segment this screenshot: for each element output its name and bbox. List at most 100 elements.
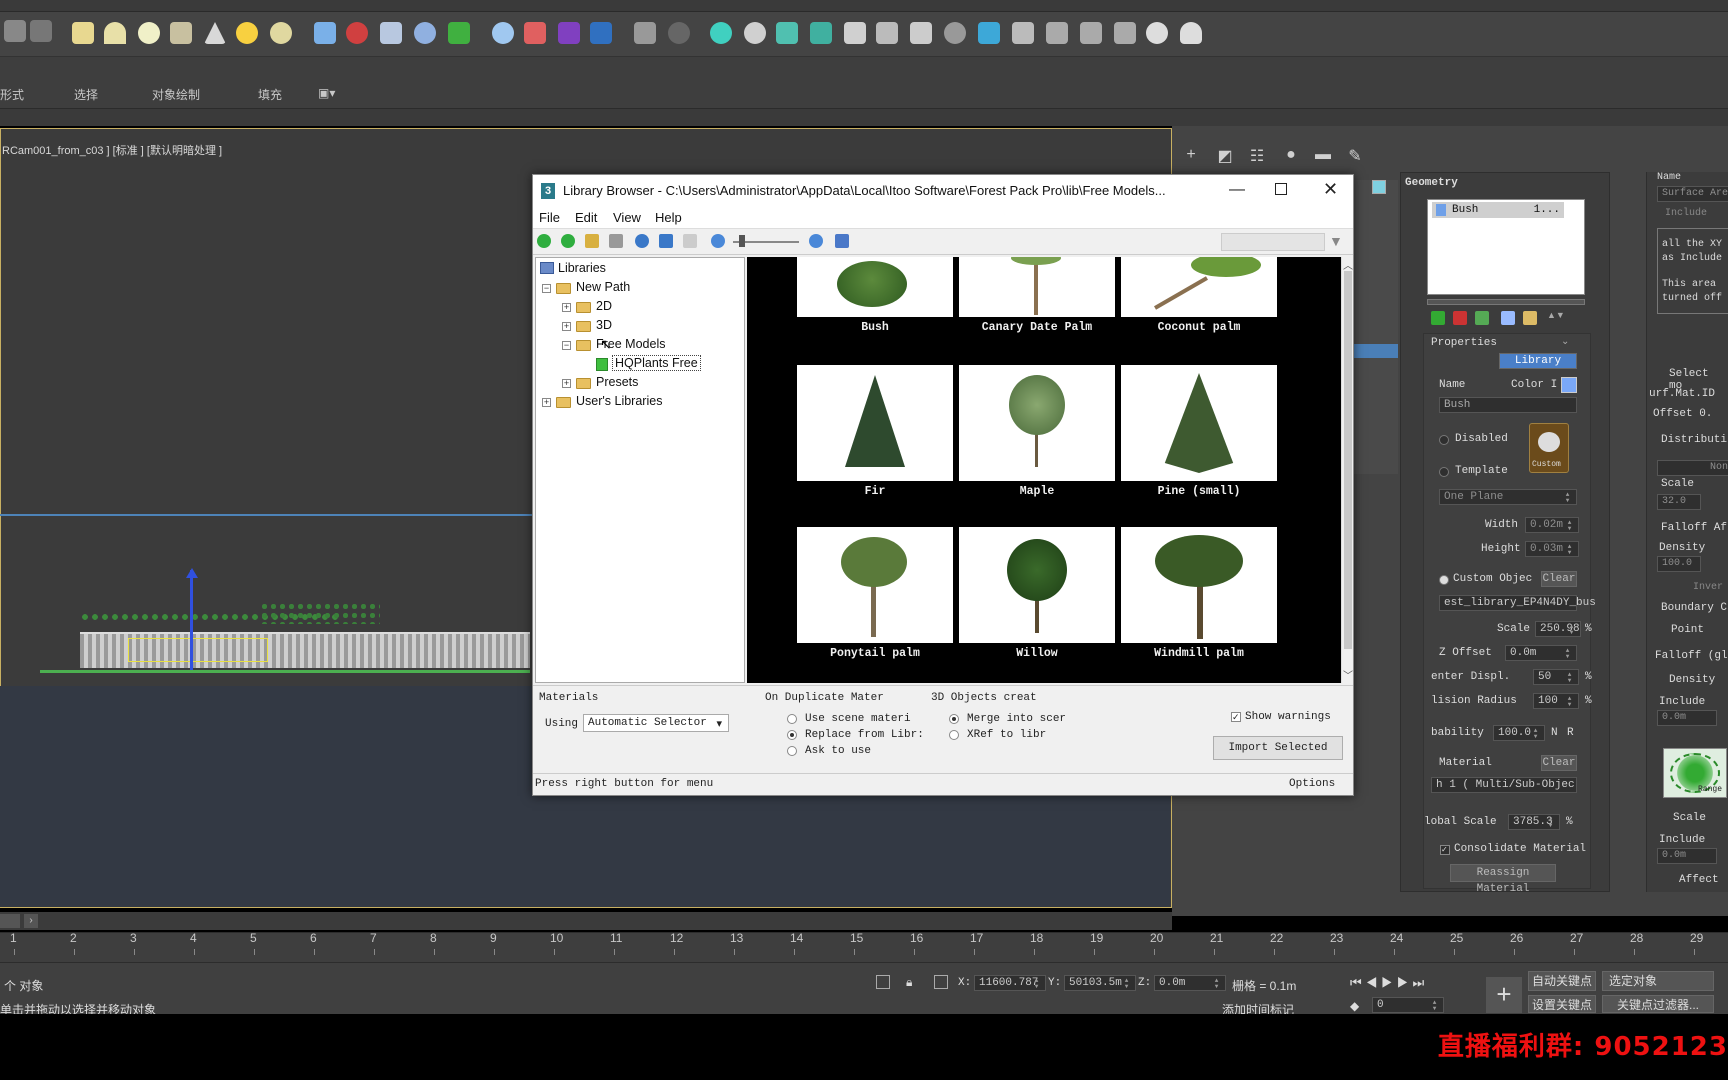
expander-2d[interactable]: + (562, 303, 571, 312)
geometry-list-item[interactable]: Bush 1... (1432, 202, 1564, 218)
tree-libraries[interactable]: Libraries (558, 261, 606, 275)
light-icon[interactable] (744, 22, 766, 44)
thumb-willow[interactable] (959, 527, 1115, 643)
custom-object-clear-button[interactable]: Clear (1541, 571, 1577, 587)
language-icon[interactable] (683, 234, 697, 248)
fr-falloff-gl[interactable]: Falloff (gl (1655, 650, 1728, 662)
reassign-material-button[interactable]: Reassign Material (1450, 864, 1556, 895)
library-titlebar[interactable]: 3 Library Browser - C:\Users\Administrat… (533, 175, 1353, 207)
motion-tab-icon[interactable]: ● (1280, 146, 1302, 166)
thumb-canary-date-palm[interactable] (959, 257, 1115, 317)
bulb2-icon[interactable] (1180, 22, 1202, 44)
thumb-ponytail-palm[interactable] (797, 527, 953, 643)
maximize-icon[interactable] (1275, 183, 1287, 195)
sphere2-icon[interactable] (270, 22, 292, 44)
zoom-slider[interactable] (733, 235, 799, 247)
display-tab-icon[interactable]: ▬ (1312, 146, 1334, 166)
refresh-icon[interactable] (635, 234, 649, 248)
copy-icon[interactable] (1501, 311, 1515, 325)
scroll-up-icon[interactable]: ︿ (1343, 257, 1353, 272)
search-input[interactable] (1221, 233, 1325, 251)
custom-object-path[interactable]: est_library_EP4N4DY_bus (1439, 595, 1596, 611)
key-mode-icon[interactable]: ◆ (1350, 999, 1359, 1013)
plane-dropdown[interactable]: One Plane (1439, 489, 1577, 505)
close-icon[interactable]: ✕ (1323, 179, 1338, 200)
back-icon[interactable] (537, 234, 551, 248)
globe-icon[interactable] (978, 22, 1000, 44)
set-key-button[interactable]: 设置关键点 (1528, 995, 1596, 1013)
box-icon[interactable] (1114, 22, 1136, 44)
ask-to-use-radio[interactable] (787, 746, 797, 756)
hierarchy-tab-icon[interactable]: ☷ (1246, 146, 1268, 166)
r-button[interactable]: R (1567, 727, 1574, 739)
save-icon[interactable] (609, 234, 623, 248)
film-icon[interactable] (1046, 22, 1068, 44)
set-key-icon[interactable]: + (1486, 977, 1522, 1013)
merge-into-scene-radio[interactable] (949, 714, 959, 724)
grid-icon[interactable] (314, 22, 336, 44)
time-slider[interactable]: › (0, 912, 1172, 930)
expander-3d[interactable]: + (562, 322, 571, 331)
auto-key-button[interactable]: 自动关键点 (1528, 971, 1596, 991)
scatter-icon[interactable] (558, 22, 580, 44)
isolate-icon[interactable] (876, 975, 890, 989)
consolidate-checkbox[interactable]: ✓ (1440, 845, 1450, 855)
fr-falloff-a[interactable]: Falloff Af (1661, 522, 1727, 534)
fr-none-field[interactable]: Non (1657, 460, 1728, 476)
key-filters-button[interactable]: 关键点过滤器... (1602, 995, 1714, 1013)
multi-icon[interactable] (524, 22, 546, 44)
x-coordinate[interactable]: 11600.787 (974, 975, 1046, 991)
filter-icon[interactable]: ▼ (1329, 233, 1343, 249)
sphere-icon[interactable] (138, 22, 160, 44)
plane-icon[interactable] (72, 22, 94, 44)
modify-tab-icon[interactable]: ◩ (1214, 146, 1236, 166)
fr-scale-field[interactable]: 32.0 (1657, 494, 1701, 510)
crosshair-icon[interactable] (1012, 22, 1034, 44)
open-folder-icon[interactable] (585, 234, 599, 248)
ribbon-tab-object-paint[interactable]: 对象绘制 (152, 86, 200, 103)
cone-icon[interactable] (204, 22, 226, 44)
material-field[interactable]: h 1 ( Multi/Sub-Objec (1431, 777, 1577, 793)
time-slider-handle[interactable] (0, 914, 20, 928)
scroll-thumb[interactable] (1344, 271, 1352, 649)
create-tab-icon[interactable]: + (1180, 146, 1202, 166)
particles-icon[interactable] (346, 22, 368, 44)
fr-scale2[interactable]: Scale (1673, 812, 1706, 824)
show-warnings-checkbox[interactable]: ✓ (1231, 712, 1241, 722)
fr-include3-field[interactable]: 0.0m (1657, 848, 1717, 864)
refresh-icon[interactable] (944, 22, 966, 44)
zoom-out-icon[interactable] (711, 234, 725, 248)
selected-object-dropdown[interactable]: 选定对象 (1602, 971, 1714, 991)
collapse-icon[interactable]: ⌄ (1561, 336, 1569, 347)
viewport-label[interactable]: RCam001_from_c03 ] [标准 ] [默认明暗处理 ] (2, 142, 222, 158)
ribbon-tab-populate[interactable]: 填充 (258, 86, 282, 103)
material-sphere-icon[interactable] (492, 22, 514, 44)
render-icon[interactable] (590, 22, 612, 44)
scale-spinner[interactable]: 250.98 (1535, 621, 1581, 637)
fr-density-field[interactable]: 100.0 (1657, 556, 1701, 572)
fr-include-field[interactable]: 0.0m (1657, 710, 1717, 726)
forest-icon[interactable] (448, 22, 470, 44)
probability-spinner[interactable]: 100.0 (1493, 725, 1545, 741)
delete-icon[interactable] (634, 22, 656, 44)
eye-icon[interactable] (1146, 22, 1168, 44)
help-icon[interactable] (668, 22, 690, 44)
tree-2d[interactable]: 2D (596, 299, 612, 313)
zoom-slider-thumb[interactable] (739, 235, 745, 247)
name-field[interactable]: Bush (1439, 397, 1577, 413)
playback-controls[interactable]: ⏮◀▶▶⏭ (1350, 975, 1428, 991)
width-spinner[interactable]: 0.02m (1525, 517, 1579, 533)
ribbon-options-icon[interactable]: ▣▾ (318, 86, 335, 100)
n-button[interactable]: N (1551, 727, 1558, 739)
camera-icon[interactable] (30, 20, 52, 42)
use-scene-radio[interactable] (787, 714, 797, 724)
fr-boundary[interactable]: Boundary C (1661, 602, 1727, 614)
fr-distribution[interactable]: Distributi (1661, 434, 1727, 446)
utilities-tab-icon[interactable]: ✎ (1344, 146, 1366, 166)
add-icon[interactable] (1431, 311, 1445, 325)
template-checkbox[interactable] (1439, 467, 1449, 477)
disabled-checkbox[interactable] (1439, 435, 1449, 445)
fr-surface-area-field[interactable]: Surface Are (1657, 186, 1728, 202)
zoffset-spinner[interactable]: 0.0m (1505, 645, 1577, 661)
menu-view[interactable]: View (613, 210, 641, 225)
